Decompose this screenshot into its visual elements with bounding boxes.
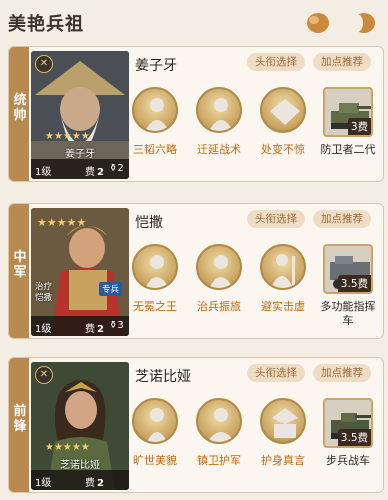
tactic-slot[interactable]: 无冕之王 <box>129 244 181 314</box>
hero-level: 1级 <box>35 478 52 489</box>
hero-level: 1级 <box>35 167 52 178</box>
tactic-slot[interactable]: 避实击虚 <box>257 244 309 314</box>
hero-count: ⚱3 <box>109 320 124 331</box>
tactic-label: 无冕之王 <box>133 300 177 313</box>
tactic-label: 旷世美貌 <box>133 454 177 467</box>
tactic-label: 镇卫护军 <box>197 454 241 467</box>
title-select-button[interactable]: 头衔选择 <box>247 53 305 71</box>
tactic-icon <box>260 87 306 133</box>
tactic-slot[interactable]: 迁延战术 <box>193 87 245 157</box>
unit-slot[interactable]: 3费 防卫者二代 <box>319 87 377 157</box>
orb-icon[interactable] <box>306 12 330 34</box>
special-badge: 专兵 <box>99 282 123 296</box>
tactic-slot[interactable]: 护身真言 <box>257 398 309 468</box>
role-label: 统帅 <box>13 93 27 123</box>
hero-portrait[interactable]: ✕ ★★★★★ 芝诺比娅 1级 费2 <box>31 362 129 490</box>
tactic-slot[interactable]: 治兵振旅 <box>193 244 245 314</box>
title-select-button[interactable]: 头衔选择 <box>247 210 305 228</box>
tactic-label: 迁延战术 <box>197 143 241 156</box>
unit-cost: 3.5费 <box>337 275 371 292</box>
hero-level: 1级 <box>35 324 52 335</box>
tactic-icon <box>260 398 306 444</box>
hero-stats: 1级 费2 ⚱3 <box>31 316 129 336</box>
unit-icon: 3费 <box>323 87 373 137</box>
hero-title: 恺撒 <box>135 215 163 231</box>
tactic-slot[interactable]: 处变不惊 <box>257 87 309 157</box>
tactic-icon <box>196 398 242 444</box>
role-strip: 统帅 <box>9 47 29 181</box>
hero-portrait[interactable]: ★★★★★ 治疗恺撒 专兵 1级 费2 ⚱3 <box>31 208 129 336</box>
hero-stats: 1级 费2 <box>31 470 129 490</box>
role-label: 前锋 <box>13 404 27 434</box>
tactic-label: 三韬六略 <box>133 143 177 156</box>
star-rating: ★★★★★ <box>45 131 90 142</box>
pin-icon[interactable]: ✕ <box>35 366 53 384</box>
tactic-slot[interactable]: 旷世美貌 <box>129 398 181 468</box>
tactic-slot[interactable]: 三韬六略 <box>129 87 181 157</box>
recommend-button[interactable]: 加点推荐 <box>313 364 371 382</box>
header: 美艳兵祖 <box>0 0 388 44</box>
tactic-icon <box>196 244 242 290</box>
hero-count: ⚱2 <box>109 163 124 174</box>
tactic-icon <box>132 398 178 444</box>
tactic-label: 处变不惊 <box>261 143 305 156</box>
unit-label: 多功能指挥车 <box>320 300 376 327</box>
hero-portrait[interactable]: ✕ ★★★★★ 姜子牙 1级 费2 ⚱2 <box>31 51 129 179</box>
hero-name: 芝诺比娅 <box>60 460 100 471</box>
hero-stats: 1级 费2 ⚱2 <box>31 159 129 179</box>
role-label: 中军 <box>13 250 27 280</box>
hero-title: 姜子牙 <box>135 58 177 74</box>
title-select-button[interactable]: 头衔选择 <box>247 364 305 382</box>
tactic-label: 避实击虚 <box>261 300 305 313</box>
hero-card-commander: 统帅 ✕ ★★★★★ 姜子牙 1级 费2 ⚱2 姜子牙 头衔选择 加点推荐 三韬… <box>8 46 384 182</box>
hero-name: 姜子牙 <box>65 149 95 160</box>
unit-icon: 3.5费 <box>323 398 373 448</box>
tactic-icon <box>196 87 242 133</box>
unit-label: 步兵战车 <box>326 454 370 467</box>
hero-title: 芝诺比娅 <box>135 369 191 385</box>
tactic-icon <box>132 87 178 133</box>
star-rating: ★★★★★ <box>37 216 86 229</box>
hero-cost: 费2 <box>85 324 104 335</box>
page-title: 美艳兵祖 <box>8 14 84 35</box>
pin-icon[interactable]: ✕ <box>35 55 53 73</box>
hero-cost: 费2 <box>85 167 104 178</box>
role-strip: 前锋 <box>9 358 29 492</box>
hero-card-center: 中军 ★★★★★ 治疗恺撒 专兵 1级 费2 ⚱3 恺撒 头衔选择 加点推荐 无… <box>8 203 384 339</box>
unit-slot[interactable]: 3.5费 步兵战车 <box>319 398 377 468</box>
unit-slot[interactable]: 3.5费 多功能指挥车 <box>319 244 377 328</box>
unit-icon: 3.5费 <box>323 244 373 294</box>
tactic-label: 治兵振旅 <box>197 300 241 313</box>
star-rating: ★★★★★ <box>45 442 90 453</box>
tactic-icon <box>132 244 178 290</box>
unit-label: 防卫者二代 <box>320 143 376 156</box>
tactic-icon <box>260 244 306 290</box>
hero-cost: 费2 <box>85 478 104 489</box>
tactic-slot[interactable]: 镇卫护军 <box>193 398 245 468</box>
recommend-button[interactable]: 加点推荐 <box>313 210 371 228</box>
role-strip: 中军 <box>9 204 29 338</box>
tactic-label: 护身真言 <box>261 454 305 467</box>
orb-icon-faded[interactable] <box>352 12 376 34</box>
unit-cost: 3费 <box>347 118 371 135</box>
recommend-button[interactable]: 加点推荐 <box>313 53 371 71</box>
unit-cost: 3.5费 <box>337 429 371 446</box>
hero-card-vanguard: 前锋 ✕ ★★★★★ 芝诺比娅 1级 费2 芝诺比娅 头衔选择 加点推荐 旷世美… <box>8 357 384 493</box>
hero-tag: 治疗 恺撒 <box>35 282 53 303</box>
